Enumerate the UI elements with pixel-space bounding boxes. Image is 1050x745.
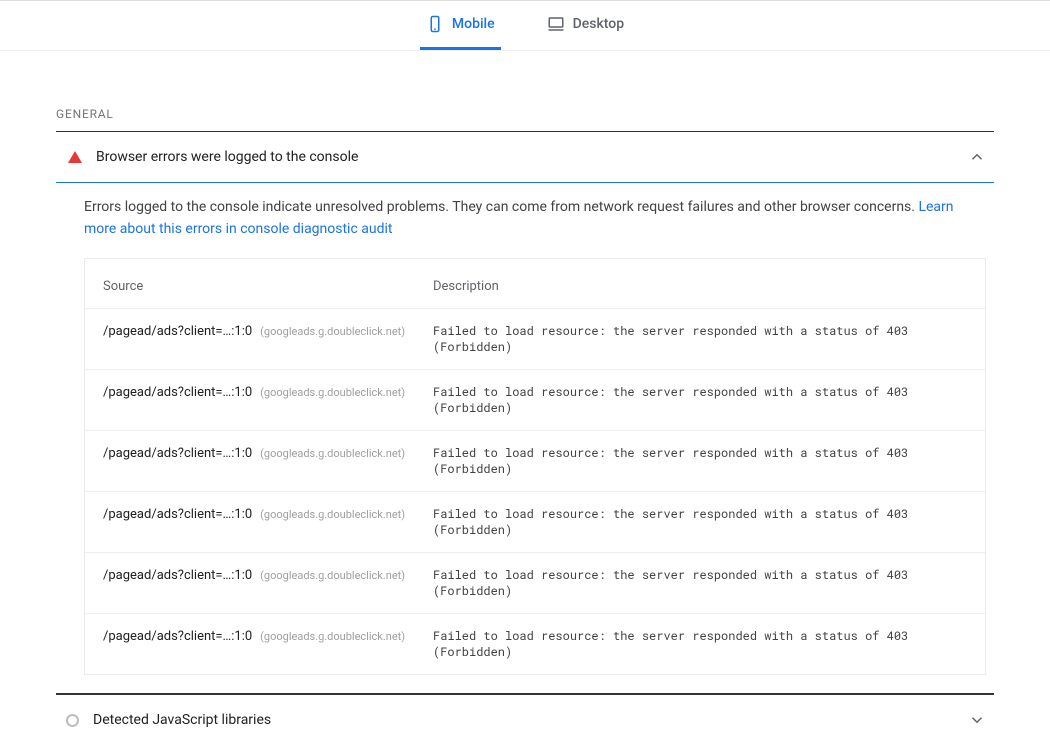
table-body: /pagead/ads?client=…:1:0 (googleads.g.dou… (85, 309, 985, 674)
chevron-down-icon (968, 711, 986, 729)
cell-description: Failed to load resource: the server resp… (433, 567, 967, 599)
cell-source: /pagead/ads?client=…:1:0 (googleads.g.dou… (103, 507, 433, 522)
cell-source: /pagead/ads?client=…:1:0 (googleads.g.dou… (103, 324, 433, 339)
source-origin: (googleads.g.doubleclick.net) (260, 630, 405, 643)
source-path: /pagead/ads?client=…:1:0 (103, 324, 252, 339)
cell-source: /pagead/ads?client=…:1:0 (googleads.g.dou… (103, 568, 433, 583)
audit-browser-errors-header[interactable]: Browser errors were logged to the consol… (56, 132, 994, 183)
audit-browser-errors-body: Errors logged to the console indicate un… (56, 183, 994, 693)
table-row: /pagead/ads?client=…:1:0 (googleads.g.dou… (85, 431, 985, 492)
content-container: GENERAL Browser errors were logged to th… (0, 107, 1050, 745)
tab-desktop[interactable]: Desktop (541, 15, 630, 50)
neutral-circle-icon (66, 714, 79, 727)
cell-source: /pagead/ads?client=…:1:0 (googleads.g.dou… (103, 385, 433, 400)
audit-description: Errors logged to the console indicate un… (84, 197, 986, 240)
source-origin: (googleads.g.doubleclick.net) (260, 447, 405, 460)
cell-source: /pagead/ads?client=…:1:0 (googleads.g.dou… (103, 446, 433, 461)
errors-table: Source Description /pagead/ads?client=…:… (84, 258, 986, 675)
warning-triangle-icon (68, 151, 82, 163)
cell-description: Failed to load resource: the server resp… (433, 506, 967, 538)
source-origin: (googleads.g.doubleclick.net) (260, 386, 405, 399)
table-row: /pagead/ads?client=…:1:0 (googleads.g.dou… (85, 492, 985, 553)
section-label-general: GENERAL (56, 107, 994, 121)
source-origin: (googleads.g.doubleclick.net) (260, 569, 405, 582)
cell-description: Failed to load resource: the server resp… (433, 384, 967, 416)
source-path: /pagead/ads?client=…:1:0 (103, 385, 252, 400)
table-header-row: Source Description (85, 259, 985, 309)
tab-mobile[interactable]: Mobile (420, 15, 501, 50)
table-row: /pagead/ads?client=…:1:0 (googleads.g.dou… (85, 370, 985, 431)
audit-js-libraries-title: Detected JavaScript libraries (93, 712, 954, 728)
mobile-icon (426, 15, 444, 33)
device-tabs: Mobile Desktop (0, 1, 1050, 51)
audit-js-libraries-header[interactable]: Detected JavaScript libraries (56, 693, 994, 745)
source-path: /pagead/ads?client=…:1:0 (103, 629, 252, 644)
cell-source: /pagead/ads?client=…:1:0 (googleads.g.dou… (103, 629, 433, 644)
table-row: /pagead/ads?client=…:1:0 (googleads.g.dou… (85, 614, 985, 674)
table-row: /pagead/ads?client=…:1:0 (googleads.g.dou… (85, 553, 985, 614)
cell-description: Failed to load resource: the server resp… (433, 628, 967, 660)
source-path: /pagead/ads?client=…:1:0 (103, 507, 252, 522)
desktop-icon (547, 15, 565, 33)
cell-description: Failed to load resource: the server resp… (433, 445, 967, 477)
chevron-up-icon (968, 148, 986, 166)
source-origin: (googleads.g.doubleclick.net) (260, 325, 405, 338)
source-path: /pagead/ads?client=…:1:0 (103, 446, 252, 461)
table-row: /pagead/ads?client=…:1:0 (googleads.g.dou… (85, 309, 985, 370)
source-path: /pagead/ads?client=…:1:0 (103, 568, 252, 583)
tab-mobile-label: Mobile (452, 16, 495, 32)
cell-description: Failed to load resource: the server resp… (433, 323, 967, 355)
col-header-source: Source (103, 279, 433, 294)
audit-browser-errors-title: Browser errors were logged to the consol… (96, 149, 954, 165)
source-origin: (googleads.g.doubleclick.net) (260, 508, 405, 521)
page-root: Mobile Desktop GENERAL Browser errors we… (0, 0, 1050, 745)
audit-description-text: Errors logged to the console indicate un… (84, 199, 918, 215)
col-header-description: Description (433, 279, 967, 294)
tab-desktop-label: Desktop (573, 16, 624, 32)
